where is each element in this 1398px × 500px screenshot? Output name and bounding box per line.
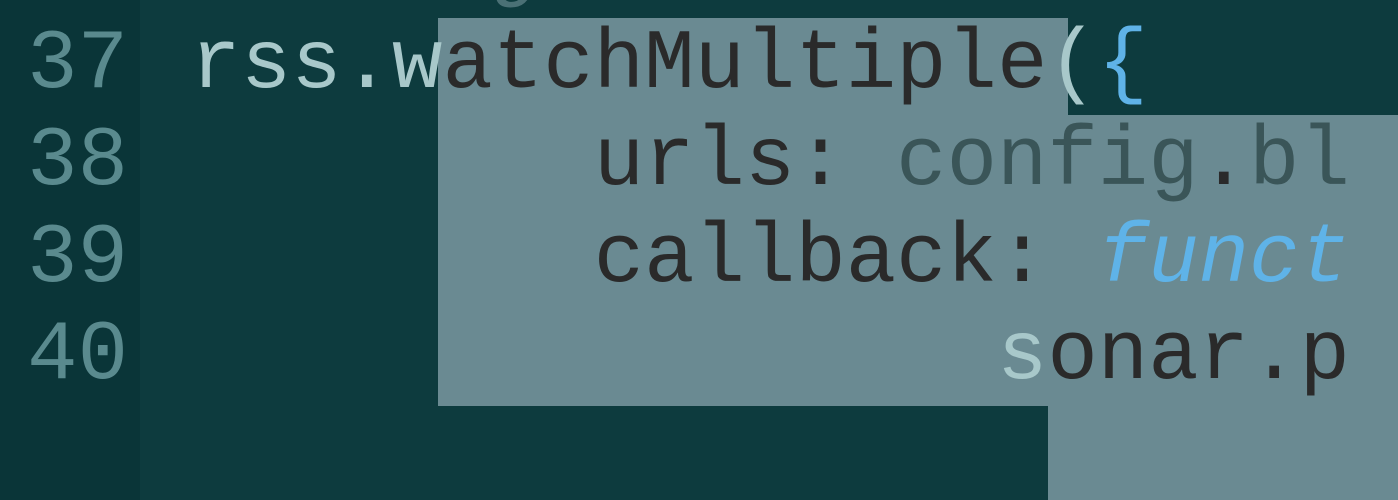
code-token: ( <box>1047 18 1097 113</box>
line-number: 40 <box>8 309 128 406</box>
code-token <box>846 115 896 210</box>
code-token <box>140 18 190 113</box>
code-token: rss.w <box>190 18 442 113</box>
code-line[interactable]: callback: funct <box>140 212 1398 309</box>
code-token: urls: <box>594 115 846 210</box>
code-token <box>140 212 594 307</box>
line-number: 39 <box>8 212 128 309</box>
code-token: bl <box>1249 115 1350 210</box>
line-number: 38 <box>8 115 128 212</box>
code-line[interactable]: rss.watchMultiple({ <box>140 18 1398 115</box>
code-token <box>140 115 594 210</box>
code-area[interactable]: // blogs rss.watchMultiple({ urls: confi… <box>140 0 1398 500</box>
code-token: { <box>1098 18 1148 113</box>
code-token: config <box>896 115 1198 210</box>
line-number: 36 <box>8 0 128 18</box>
code-token <box>1047 212 1097 307</box>
text-selection <box>1048 406 1398 500</box>
code-token <box>140 309 997 404</box>
code-line[interactable]: sonar.p <box>140 309 1398 406</box>
code-token: funct <box>1098 212 1350 307</box>
code-line[interactable]: urls: config.bl <box>140 115 1398 212</box>
line-number: 37 <box>8 18 128 115</box>
code-token: // blogs <box>140 0 594 16</box>
line-gutter: 36 37 38 39 40 <box>0 0 140 500</box>
code-token: . <box>1199 115 1249 210</box>
code-token: atchMultiple <box>442 18 1047 113</box>
code-token: p <box>1299 309 1349 404</box>
code-token: onar <box>1047 309 1249 404</box>
code-token: . <box>1249 309 1299 404</box>
code-editor[interactable]: 36 37 38 39 40 // blogs rss.watchMultipl… <box>0 0 1398 500</box>
code-token: callback: <box>594 212 1048 307</box>
code-token: s <box>997 309 1047 404</box>
code-line[interactable]: // blogs <box>140 0 1398 18</box>
